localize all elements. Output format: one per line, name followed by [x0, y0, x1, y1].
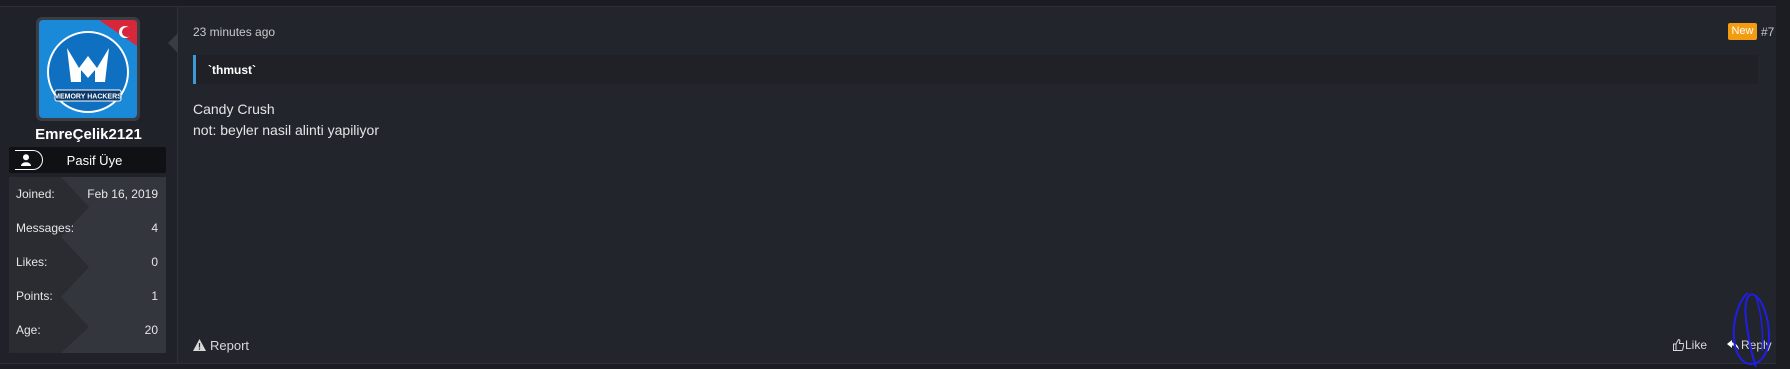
user-rank-label: Pasif Üye: [66, 153, 123, 168]
post-timestamp[interactable]: 23 minutes ago: [193, 25, 275, 39]
post-body: Candy Crush not: beyler nasil alinti yap…: [193, 99, 379, 141]
user-sidebar: MEMORY HACKERS EmreÇelik2121 Pasif Üye J…: [0, 7, 178, 363]
avatar[interactable]: MEMORY HACKERS: [36, 17, 140, 121]
stat-row-age: Age: 20: [9, 313, 166, 347]
quote-block: `thmust`: [193, 55, 1758, 84]
stat-value[interactable]: 4: [151, 221, 158, 235]
stat-value[interactable]: 1: [151, 289, 158, 303]
post-body-line: not: beyler nasil alinti yapiliyor: [193, 122, 379, 138]
scrollbar-track[interactable]: [1776, 0, 1790, 368]
message-post: MEMORY HACKERS EmreÇelik2121 Pasif Üye J…: [0, 6, 1790, 368]
stat-label: Likes:: [16, 255, 48, 269]
post-pointer-arrow: [168, 33, 178, 53]
stat-row-joined: Joined: Feb 16, 2019: [9, 177, 166, 211]
stat-label: Points:: [16, 289, 53, 303]
stat-label: Joined:: [16, 187, 55, 201]
stat-row-messages: Messages: 4: [9, 211, 166, 245]
quote-text: `thmust`: [208, 63, 256, 77]
stat-label: Age:: [16, 323, 41, 337]
username[interactable]: EmreÇelik2121: [0, 126, 177, 143]
new-badge: New: [1728, 23, 1757, 40]
user-rank-banner: Pasif Üye: [9, 147, 166, 173]
avatar-image: MEMORY HACKERS: [39, 20, 137, 118]
highlight-scribble-annotation: [1732, 292, 1771, 368]
post-number-link[interactable]: #7: [1761, 25, 1774, 39]
stat-row-points: Points: 1: [9, 279, 166, 313]
stat-value: Feb 16, 2019: [87, 187, 158, 201]
thumbs-up-icon: [1673, 339, 1684, 351]
warning-icon: [193, 339, 206, 351]
avatar-logo-text: MEMORY HACKERS: [54, 94, 122, 101]
report-label: Report: [210, 338, 250, 353]
stat-value: 0: [151, 255, 158, 269]
user-stats: Joined: Feb 16, 2019 Messages: 4 Likes: …: [9, 177, 166, 353]
stat-value: 20: [144, 323, 158, 337]
post-body-line: Candy Crush: [193, 101, 275, 117]
stat-label: Messages:: [16, 221, 75, 235]
like-label: Like: [1685, 338, 1708, 352]
stat-row-likes: Likes: 0: [9, 245, 166, 279]
